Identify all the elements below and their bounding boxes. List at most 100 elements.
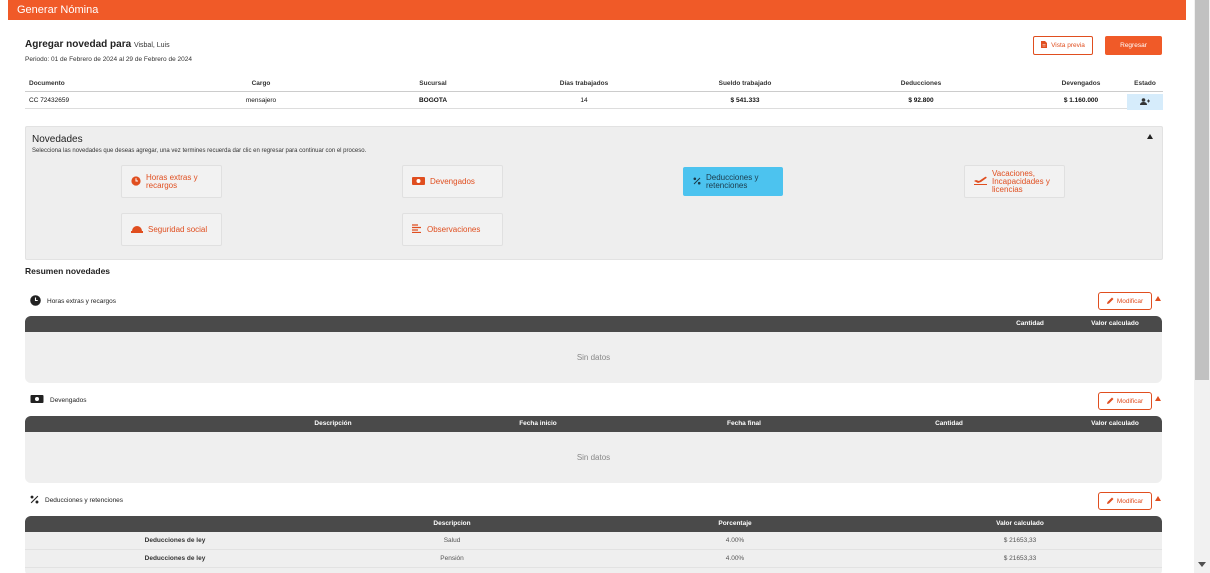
devengados-table-header: Descripción Fecha inicio Fecha final Can… bbox=[25, 416, 1162, 432]
modify-horas-button[interactable]: Modificar bbox=[1098, 292, 1152, 310]
modify-devengados-button[interactable]: Modificar bbox=[1098, 392, 1152, 410]
modify-label: Modificar bbox=[1116, 397, 1144, 405]
deducciones-label: Deducciones y retenciones bbox=[706, 172, 759, 190]
page: Generar Nómina Agregar novedad para Visb… bbox=[0, 0, 1186, 573]
header-dias: Días trabajados bbox=[559, 80, 609, 87]
header-cantidad: Cantidad bbox=[1016, 320, 1044, 327]
clock-icon bbox=[30, 295, 41, 308]
vacaciones-button[interactable]: Vacaciones, Incapacidades y licencias bbox=[964, 165, 1065, 198]
employee-title: Agregar novedad para Visbal, Luis bbox=[25, 39, 170, 50]
seguridad-social-button[interactable]: Seguridad social bbox=[121, 213, 222, 246]
percent-icon bbox=[30, 495, 39, 506]
resumen-title: Resumen novedades bbox=[25, 266, 111, 276]
header-valor: Valor calculado bbox=[996, 520, 1044, 527]
collapse-caret-icon[interactable] bbox=[1147, 134, 1153, 139]
devengados-empty-text: Sin datos bbox=[576, 453, 611, 462]
cell-dias: 14 bbox=[580, 96, 588, 104]
deducciones-section-label: Deducciones y retenciones bbox=[30, 495, 123, 506]
cell-value: $ 21653,33 bbox=[1003, 555, 1037, 562]
collapse-horas-caret-icon[interactable] bbox=[1155, 296, 1161, 301]
modify-label: Modificar bbox=[1116, 297, 1144, 305]
observaciones-label: Observaciones bbox=[427, 224, 481, 234]
clock-icon bbox=[131, 175, 141, 188]
user-icon bbox=[1140, 97, 1150, 107]
header-cargo: Cargo bbox=[251, 80, 271, 87]
modify-deducciones-button[interactable]: Modificar bbox=[1098, 492, 1152, 510]
estado-user-button[interactable] bbox=[1127, 94, 1163, 110]
observaciones-button[interactable]: Observaciones bbox=[402, 213, 503, 246]
devengados-button[interactable]: Devengados bbox=[402, 165, 503, 198]
cell-desc: Pensión bbox=[440, 555, 464, 562]
collapse-devengados-caret-icon[interactable] bbox=[1155, 396, 1161, 401]
header-fecha-final: Fecha final bbox=[727, 420, 761, 427]
cell-value: $ 21653,33 bbox=[1003, 537, 1037, 544]
horas-section-label: Horas extras y recargos bbox=[30, 295, 116, 308]
header-valor: Valor calculado bbox=[1091, 420, 1139, 427]
table-row: CC 72432659 mensajero BOGOTA 14 $ 541.33… bbox=[25, 92, 1163, 109]
cell-pct: 4.00% bbox=[725, 537, 745, 544]
back-button[interactable]: Regresar bbox=[1105, 36, 1162, 55]
collapse-deducciones-caret-icon[interactable] bbox=[1155, 496, 1161, 501]
plane-icon bbox=[974, 176, 987, 187]
header-porcentaje: Porcentaje bbox=[718, 520, 752, 527]
preview-label: Vista previa bbox=[1051, 42, 1085, 49]
helmet-icon bbox=[131, 224, 143, 235]
scroll-down-arrow-icon[interactable] bbox=[1198, 562, 1206, 567]
header-cantidad: Cantidad bbox=[935, 420, 963, 427]
money-icon bbox=[412, 176, 425, 187]
preview-button[interactable]: Vista previa bbox=[1033, 36, 1093, 55]
novedades-subtitle: Selecciona las novedades que deseas agre… bbox=[32, 148, 367, 154]
cell-pct: 4.00% bbox=[725, 555, 745, 562]
period-text: Periodo: 01 de Febrero de 2024 al 29 de … bbox=[25, 56, 192, 63]
vertical-scrollbar[interactable] bbox=[1194, 0, 1210, 573]
deducciones-table-header: Descripcion Porcentaje Valor calculado bbox=[25, 516, 1162, 532]
horas-section-text: Horas extras y recargos bbox=[47, 298, 116, 305]
cell-deducciones: $ 92.800 bbox=[908, 96, 934, 104]
horas-extras-button[interactable]: Horas extras y recargos bbox=[121, 165, 222, 198]
pencil-icon bbox=[1106, 497, 1114, 506]
scrollbar-thumb[interactable] bbox=[1195, 0, 1209, 380]
header-fecha-inicio: Fecha inicio bbox=[519, 420, 557, 427]
header-documento: Documento bbox=[29, 80, 65, 87]
novedades-panel: Novedades Selecciona las novedades que d… bbox=[25, 126, 1163, 260]
cell-desc: Salud bbox=[443, 537, 461, 544]
horas-table: Cantidad Valor calculado Sin datos bbox=[25, 316, 1162, 383]
modify-label: Modificar bbox=[1116, 497, 1144, 505]
cell-sucursal: BOGOTA bbox=[418, 96, 448, 104]
devengados-label: Devengados bbox=[430, 176, 475, 186]
header-deducciones: Deducciones bbox=[900, 80, 942, 87]
document-icon bbox=[1041, 41, 1048, 50]
table-row: Deducciones de ley Salud 4.00% $ 21653,3… bbox=[25, 532, 1162, 550]
money-icon bbox=[30, 395, 44, 405]
horas-table-header: Cantidad Valor calculado bbox=[25, 316, 1162, 332]
back-label: Regresar bbox=[1120, 42, 1147, 49]
page-header: Generar Nómina bbox=[8, 0, 1186, 20]
employee-title-prefix: Agregar novedad para bbox=[25, 39, 132, 50]
cell-group: Deducciones de ley bbox=[144, 555, 206, 562]
pencil-icon bbox=[1106, 397, 1114, 406]
header-descripcion: Descripcion bbox=[433, 520, 471, 527]
header-descripcion: Descripción bbox=[314, 420, 352, 427]
devengados-section-text: Devengados bbox=[50, 396, 87, 404]
employee-name: Visbal, Luis bbox=[133, 42, 170, 49]
horas-extras-label: Horas extras y recargos bbox=[146, 172, 198, 190]
cell-cargo: mensajero bbox=[245, 96, 277, 104]
list-icon bbox=[412, 224, 422, 235]
percent-icon bbox=[693, 177, 701, 187]
deducciones-section-text: Deducciones y retenciones bbox=[45, 497, 124, 504]
header-estado: Estado bbox=[1134, 80, 1156, 87]
vacaciones-label: Vacaciones, Incapacidades y licencias bbox=[992, 168, 1050, 194]
header-sueldo: Sueldo trabajado bbox=[718, 80, 772, 87]
header-valor: Valor calculado bbox=[1091, 320, 1139, 327]
page-title: Generar Nómina bbox=[17, 4, 99, 16]
employee-table: Documento Cargo Sucursal Días trabajados… bbox=[25, 76, 1163, 110]
devengados-table: Descripción Fecha inicio Fecha final Can… bbox=[25, 416, 1162, 483]
deducciones-button[interactable]: Deducciones y retenciones bbox=[683, 167, 783, 196]
table-row: Deducciones de ley Pensión 4.00% $ 21653… bbox=[25, 550, 1162, 568]
cell-group: Deducciones de ley bbox=[144, 537, 206, 544]
header-sucursal: Sucursal bbox=[419, 80, 447, 87]
cell-documento: CC 72432659 bbox=[29, 96, 70, 104]
deducciones-table: Descripcion Porcentaje Valor calculado D… bbox=[25, 516, 1162, 573]
cell-sueldo: $ 541.333 bbox=[730, 96, 760, 104]
devengados-section-label: Devengados bbox=[30, 395, 87, 405]
